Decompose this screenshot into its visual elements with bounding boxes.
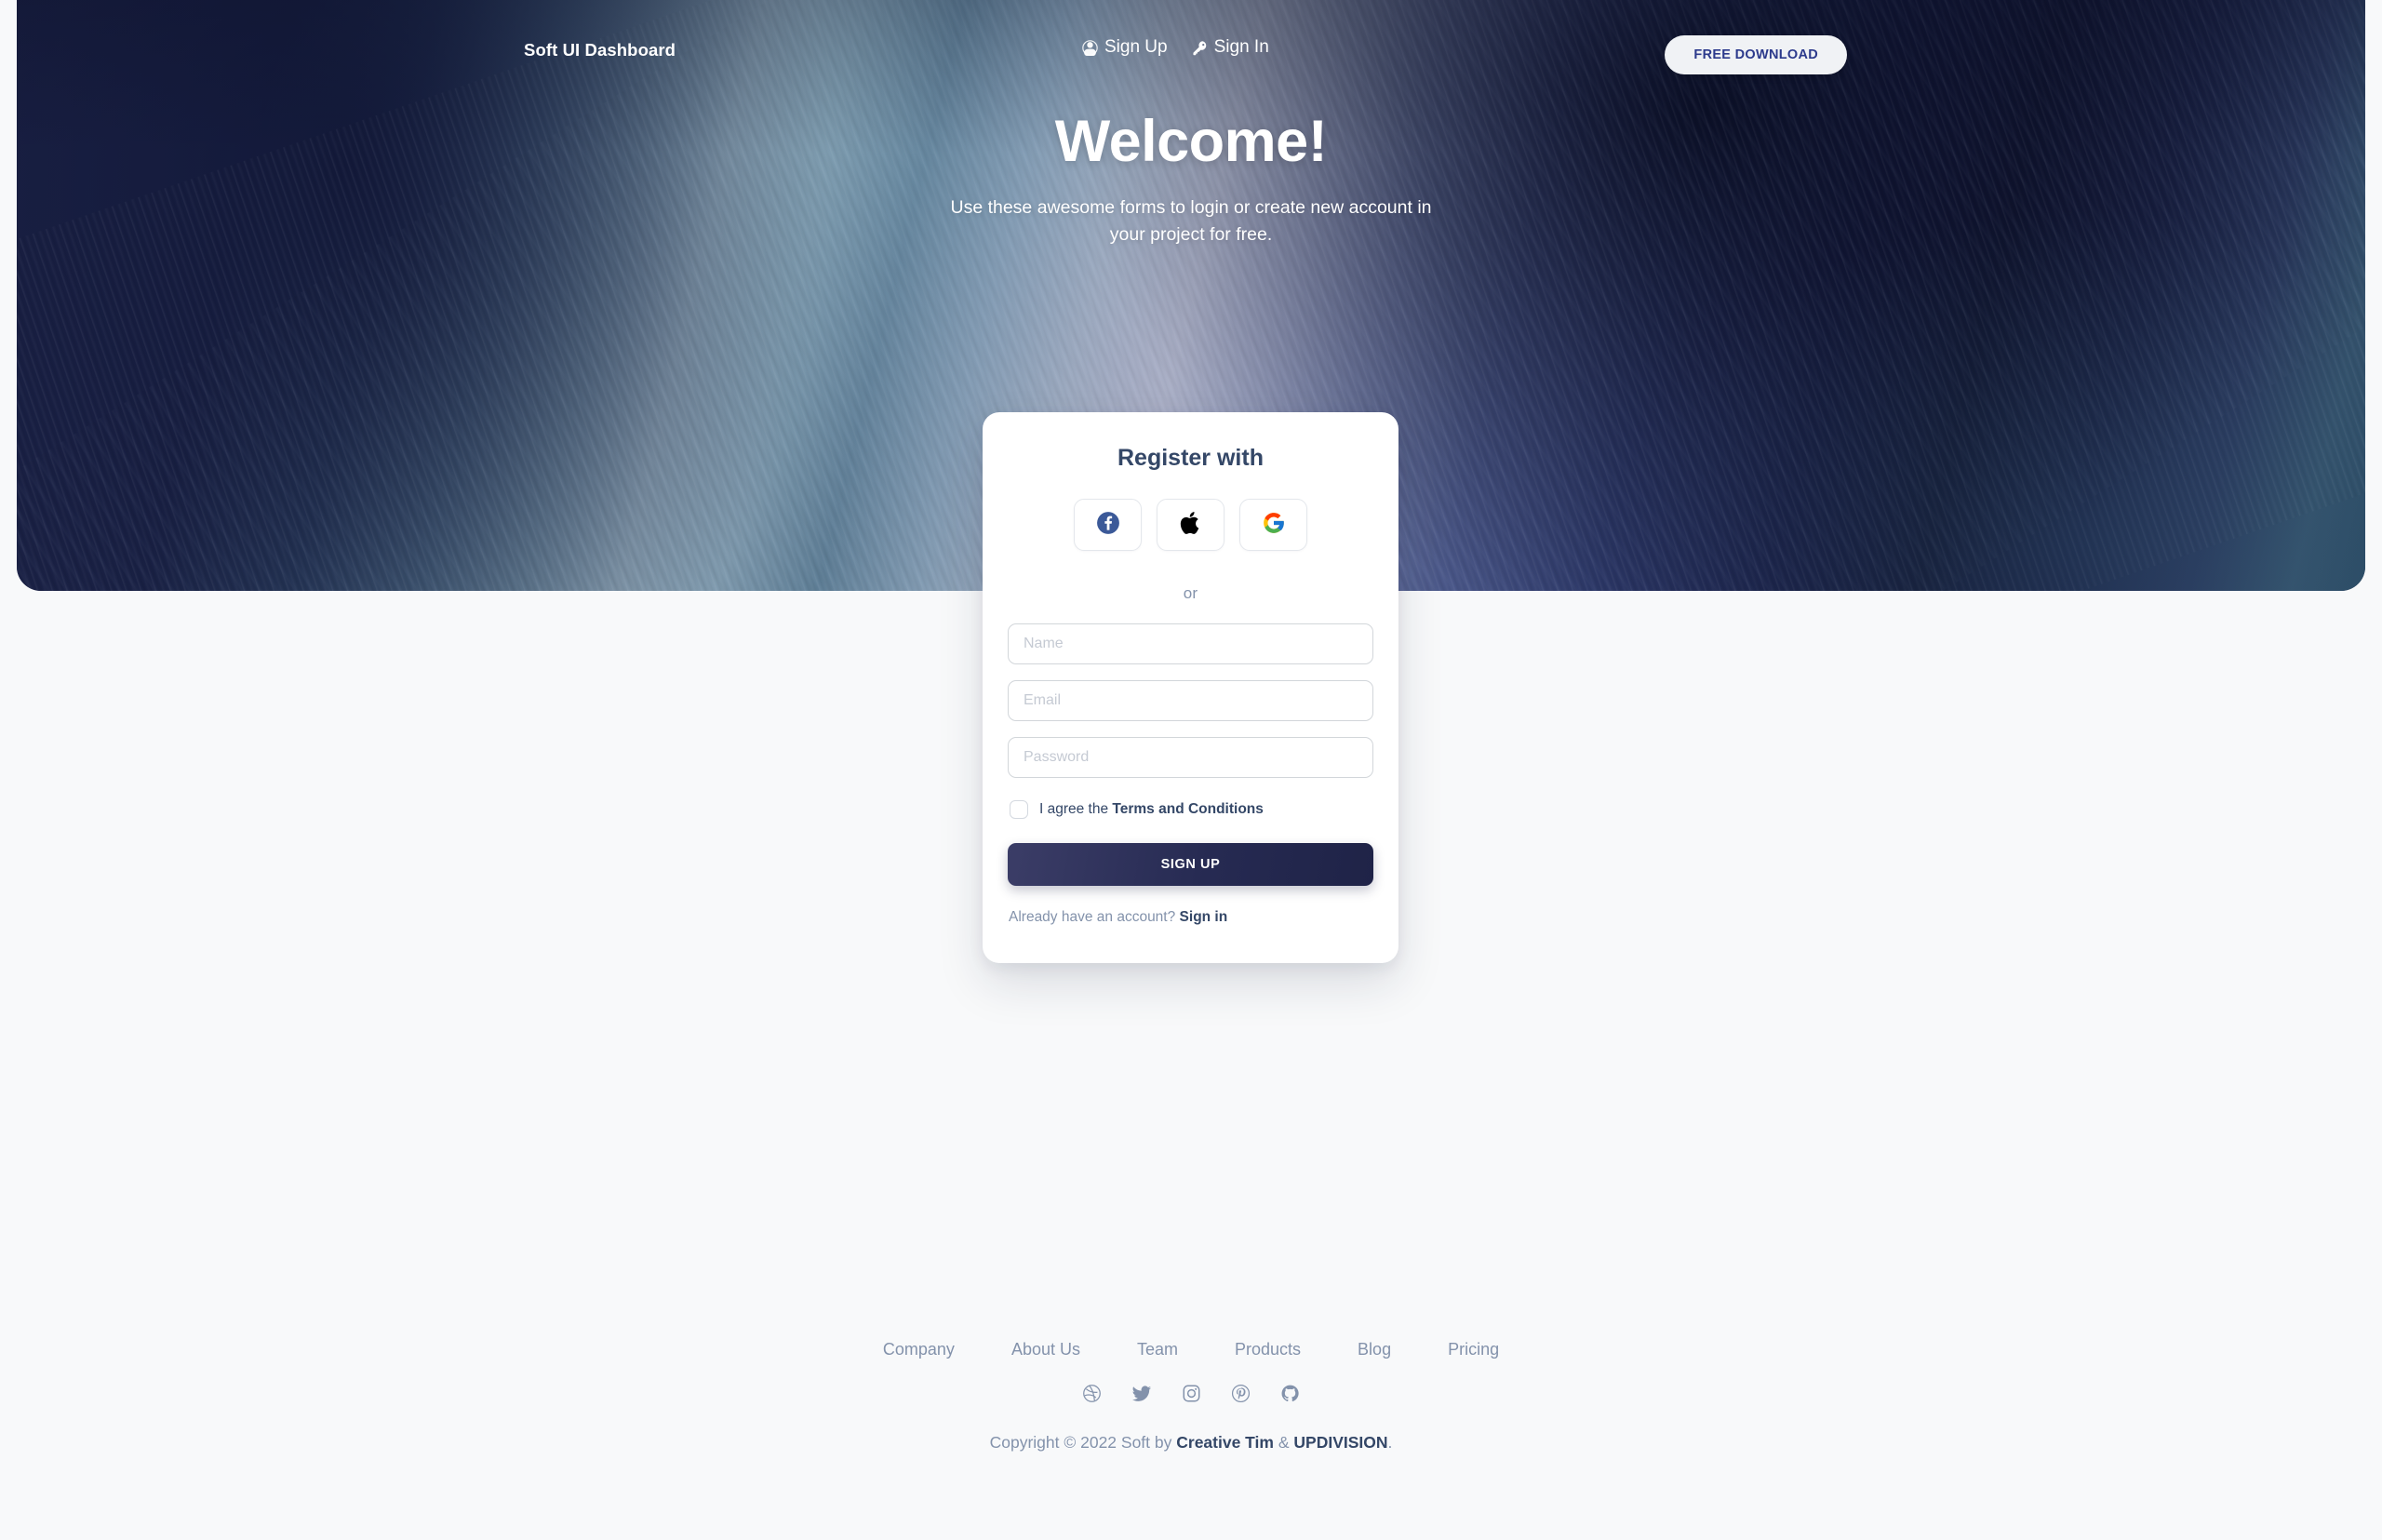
nav-link-sign-up[interactable]: Sign Up <box>1082 37 1168 58</box>
footer-link-company[interactable]: Company <box>883 1340 955 1359</box>
pinterest-icon[interactable] <box>1231 1384 1251 1409</box>
key-icon <box>1192 40 1208 56</box>
register-card: Register with or Name Email I agree the … <box>983 412 1398 963</box>
nav-link-sign-in[interactable]: Sign In <box>1192 37 1269 58</box>
copyright-suffix: . <box>1387 1433 1393 1452</box>
terms-label: I agree the Terms and Conditions <box>1039 801 1264 818</box>
name-input[interactable] <box>1008 623 1373 664</box>
email-input[interactable] <box>1008 680 1373 721</box>
copyright-prefix: Copyright © 2022 Soft by <box>989 1433 1177 1452</box>
hero-title: Welcome! <box>1054 109 1328 174</box>
navbar-links: Sign Up Sign In <box>1082 37 1269 58</box>
google-icon <box>1262 511 1286 540</box>
updivision-link[interactable]: UPDIVISION <box>1293 1433 1387 1452</box>
nav-link-sign-up-label: Sign Up <box>1104 37 1168 57</box>
twitter-icon[interactable] <box>1131 1384 1152 1409</box>
nav-link-sign-in-label: Sign In <box>1213 37 1269 57</box>
apple-login-button[interactable] <box>1157 499 1224 551</box>
footer-link-about-us[interactable]: About Us <box>1011 1340 1080 1359</box>
facebook-icon <box>1096 511 1120 540</box>
brand-logo[interactable]: Soft UI Dashboard <box>524 40 676 60</box>
social-login-row <box>983 499 1398 551</box>
already-have-account-text: Already have an account? Sign in <box>1008 909 1373 926</box>
register-form: I agree the Terms and Conditions SIGN UP… <box>983 623 1398 926</box>
terms-agreement-row: I agree the Terms and Conditions <box>1008 800 1373 819</box>
footer-links-row: Company About Us Team Products Blog Pric… <box>0 1340 2382 1359</box>
hero-text-block: Welcome! Use these awesome forms to logi… <box>0 109 2382 248</box>
sign-in-link[interactable]: Sign in <box>1180 909 1228 925</box>
copyright-text: Copyright © 2022 Soft by Creative Tim & … <box>0 1433 2382 1453</box>
terms-prefix: I agree the <box>1039 801 1113 817</box>
footer-social-row <box>0 1384 2382 1409</box>
sign-up-button[interactable]: SIGN UP <box>1008 843 1373 886</box>
password-input[interactable] <box>1008 737 1373 778</box>
github-icon[interactable] <box>1280 1384 1300 1409</box>
footer-link-products[interactable]: Products <box>1235 1340 1301 1359</box>
footer-link-team[interactable]: Team <box>1137 1340 1178 1359</box>
footer-link-pricing[interactable]: Pricing <box>1448 1340 1499 1359</box>
creative-tim-link[interactable]: Creative Tim <box>1176 1433 1274 1452</box>
terms-checkbox[interactable] <box>1010 800 1028 819</box>
or-divider-label: or <box>1183 584 1198 602</box>
terms-and-conditions-link[interactable]: Terms and Conditions <box>1112 801 1263 817</box>
footer-link-blog[interactable]: Blog <box>1358 1340 1391 1359</box>
page-footer: Company About Us Team Products Blog Pric… <box>0 1340 2382 1453</box>
dribbble-icon[interactable] <box>1082 1384 1102 1409</box>
copyright-ampersand: & <box>1273 1433 1294 1452</box>
already-have-account-prompt: Already have an account? <box>1009 909 1180 925</box>
navbar: Soft UI Dashboard Sign Up Sign In FREE D… <box>17 0 2365 86</box>
google-login-button[interactable] <box>1239 499 1307 551</box>
user-circle-icon <box>1082 39 1098 56</box>
apple-icon <box>1180 510 1202 541</box>
free-download-button[interactable]: FREE DOWNLOAD <box>1665 35 1847 74</box>
hero-subtitle: Use these awesome forms to login or crea… <box>950 197 1432 246</box>
instagram-icon[interactable] <box>1182 1384 1201 1409</box>
facebook-login-button[interactable] <box>1074 499 1142 551</box>
card-title: Register with <box>1117 445 1264 471</box>
